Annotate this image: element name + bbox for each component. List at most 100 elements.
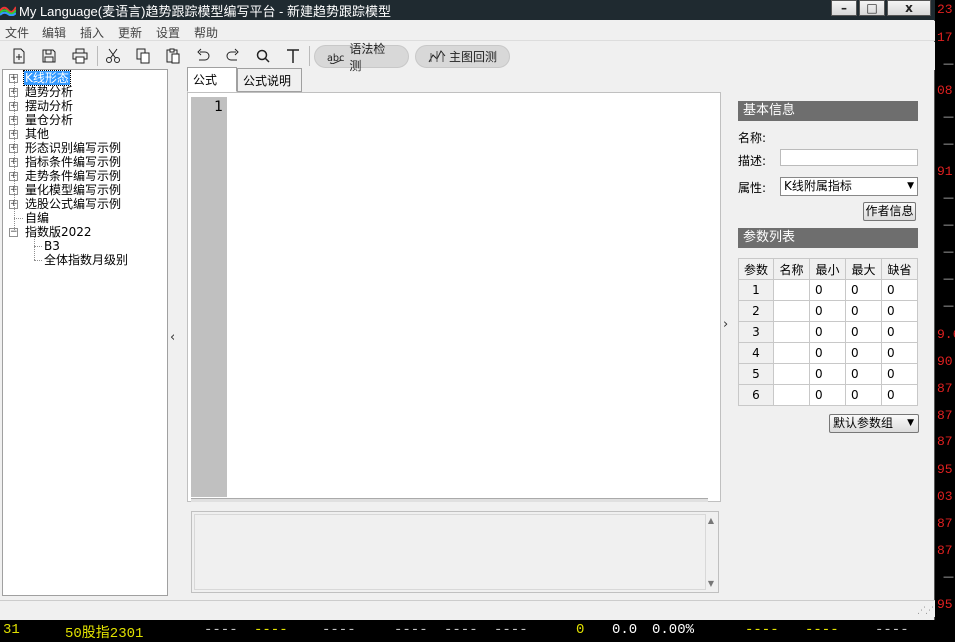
background-price: 87.: [937, 434, 955, 449]
tree-item[interactable]: + K线形态: [3, 70, 163, 86]
background-dash: —: [943, 191, 954, 204]
redo-icon[interactable]: [222, 45, 244, 67]
author-info-button[interactable]: 作者信息: [863, 202, 916, 221]
toolbar-separator: [97, 46, 98, 66]
attribute-value: K线附属指标: [784, 179, 852, 193]
background-price: 90.: [937, 354, 955, 369]
background-price: 87.: [937, 408, 955, 423]
menu-help[interactable]: 帮助: [194, 24, 218, 41]
maximize-button[interactable]: □: [859, 0, 885, 16]
param-default-cell[interactable]: 0: [881, 342, 918, 364]
tree-item[interactable]: + 量化模型编写示例: [3, 183, 163, 197]
param-default-cell[interactable]: 0: [881, 279, 918, 301]
param-name-cell[interactable]: [773, 363, 810, 385]
attribute-select[interactable]: K线附属指标 ▼: [780, 177, 918, 196]
param-name-cell[interactable]: [773, 300, 810, 322]
tree-item[interactable]: + 摆动分析: [3, 99, 163, 113]
tree-item-label: 摆动分析: [25, 99, 74, 113]
param-min-cell[interactable]: 0: [809, 300, 846, 322]
background-price: 87.: [937, 543, 955, 558]
default-col-header: 缺省: [881, 258, 918, 280]
main-backtest-button[interactable]: 主图回测: [415, 45, 510, 68]
tab-formula[interactable]: 公式: [187, 67, 237, 92]
param-max-cell[interactable]: 0: [845, 342, 882, 364]
menu-update[interactable]: 更新: [118, 24, 142, 41]
scroll-down-icon[interactable]: ▼: [708, 579, 714, 588]
param-max-cell[interactable]: 0: [845, 384, 882, 406]
background-price: 87.: [937, 381, 955, 396]
param-min-cell[interactable]: 0: [809, 279, 846, 301]
cut-icon[interactable]: [102, 45, 124, 67]
close-button[interactable]: x: [887, 0, 931, 16]
tree-item-label: K线形态: [23, 70, 71, 86]
param-max-cell[interactable]: 0: [845, 321, 882, 343]
background-dash: —: [943, 245, 954, 258]
paste-icon[interactable]: [162, 45, 184, 67]
minimize-button[interactable]: –: [831, 0, 857, 16]
param-min-cell[interactable]: 0: [809, 342, 846, 364]
undo-icon[interactable]: [192, 45, 214, 67]
tree-item[interactable]: 自编: [3, 211, 163, 225]
tree-item[interactable]: + 选股公式编写示例: [3, 197, 163, 211]
chart-icon: [428, 49, 446, 62]
background-dash: —: [943, 272, 954, 285]
copy-icon[interactable]: [132, 45, 154, 67]
tree-connector: [14, 78, 15, 230]
menu-settings[interactable]: 设置: [156, 24, 180, 41]
param-row: 4000: [738, 342, 918, 364]
new-file-icon[interactable]: [8, 45, 30, 67]
param-row: 3000: [738, 321, 918, 343]
horizontal-scrollbar[interactable]: [191, 498, 708, 502]
tree-item-label: 趋势分析: [25, 85, 74, 99]
resize-grip-icon[interactable]: ⋰⋰: [917, 606, 934, 616]
param-name-cell[interactable]: [773, 342, 810, 364]
syntax-check-button[interactable]: abc 语法检测: [314, 42, 409, 73]
title-bar[interactable]: My Language(麦语言)趋势跟踪模型编写平台 - 新建趋势跟踪模型 – …: [0, 0, 935, 20]
quote-change: 0.0: [612, 622, 638, 638]
output-textarea[interactable]: [194, 514, 706, 590]
param-max-cell[interactable]: 0: [845, 279, 882, 301]
param-min-cell[interactable]: 0: [809, 384, 846, 406]
tree-item[interactable]: + 其他: [3, 127, 163, 141]
search-icon[interactable]: [252, 45, 274, 67]
print-icon[interactable]: [69, 45, 91, 67]
param-group-select[interactable]: 默认参数组 ▼: [829, 414, 919, 433]
tree-child-item[interactable]: B3: [3, 239, 163, 253]
tree-item[interactable]: − 指数版2022: [3, 225, 163, 239]
tree-item[interactable]: + 走势条件编写示例: [3, 169, 163, 183]
formula-editor[interactable]: 1: [187, 92, 721, 502]
menu-insert[interactable]: 插入: [80, 24, 104, 41]
param-name-cell[interactable]: [773, 279, 810, 301]
tree-item-label: 走势条件编写示例: [25, 169, 122, 183]
tree-item[interactable]: + 趋势分析: [3, 85, 163, 99]
toolbar-separator: [309, 46, 310, 66]
param-name-cell[interactable]: [773, 321, 810, 343]
tab-formula-description[interactable]: 公式说明: [237, 68, 302, 92]
tree-child-item[interactable]: 全体指数月级别: [3, 253, 163, 267]
param-min-cell[interactable]: 0: [809, 363, 846, 385]
menu-file[interactable]: 文件: [5, 24, 29, 41]
collapse-left-panel-icon[interactable]: ‹: [170, 330, 175, 345]
param-min-cell[interactable]: 0: [809, 321, 846, 343]
param-default-cell[interactable]: 0: [881, 384, 918, 406]
formula-editor-window: My Language(麦语言)趋势跟踪模型编写平台 - 新建趋势跟踪模型 – …: [0, 0, 935, 620]
description-label: 描述:: [738, 154, 767, 168]
tree-item[interactable]: + 指标条件编写示例: [3, 155, 163, 169]
tree-item[interactable]: + 量仓分析: [3, 113, 163, 127]
param-max-cell[interactable]: 0: [845, 300, 882, 322]
tree-item-label: 形态识别编写示例: [25, 141, 122, 155]
param-max-cell[interactable]: 0: [845, 363, 882, 385]
menu-edit[interactable]: 编辑: [42, 24, 66, 41]
window-title: My Language(麦语言)趋势跟踪模型编写平台 - 新建趋势跟踪模型: [19, 4, 391, 19]
param-default-cell[interactable]: 0: [881, 363, 918, 385]
param-default-cell[interactable]: 0: [881, 300, 918, 322]
quote-dash: ----: [204, 622, 238, 638]
text-icon[interactable]: [282, 45, 304, 67]
description-input[interactable]: [780, 149, 918, 166]
save-icon[interactable]: [38, 45, 60, 67]
collapse-right-panel-icon[interactable]: ›: [723, 317, 728, 332]
tree-item[interactable]: + 形态识别编写示例: [3, 141, 163, 155]
param-name-cell[interactable]: [773, 384, 810, 406]
param-default-cell[interactable]: 0: [881, 321, 918, 343]
scroll-up-icon[interactable]: ▲: [708, 516, 714, 525]
